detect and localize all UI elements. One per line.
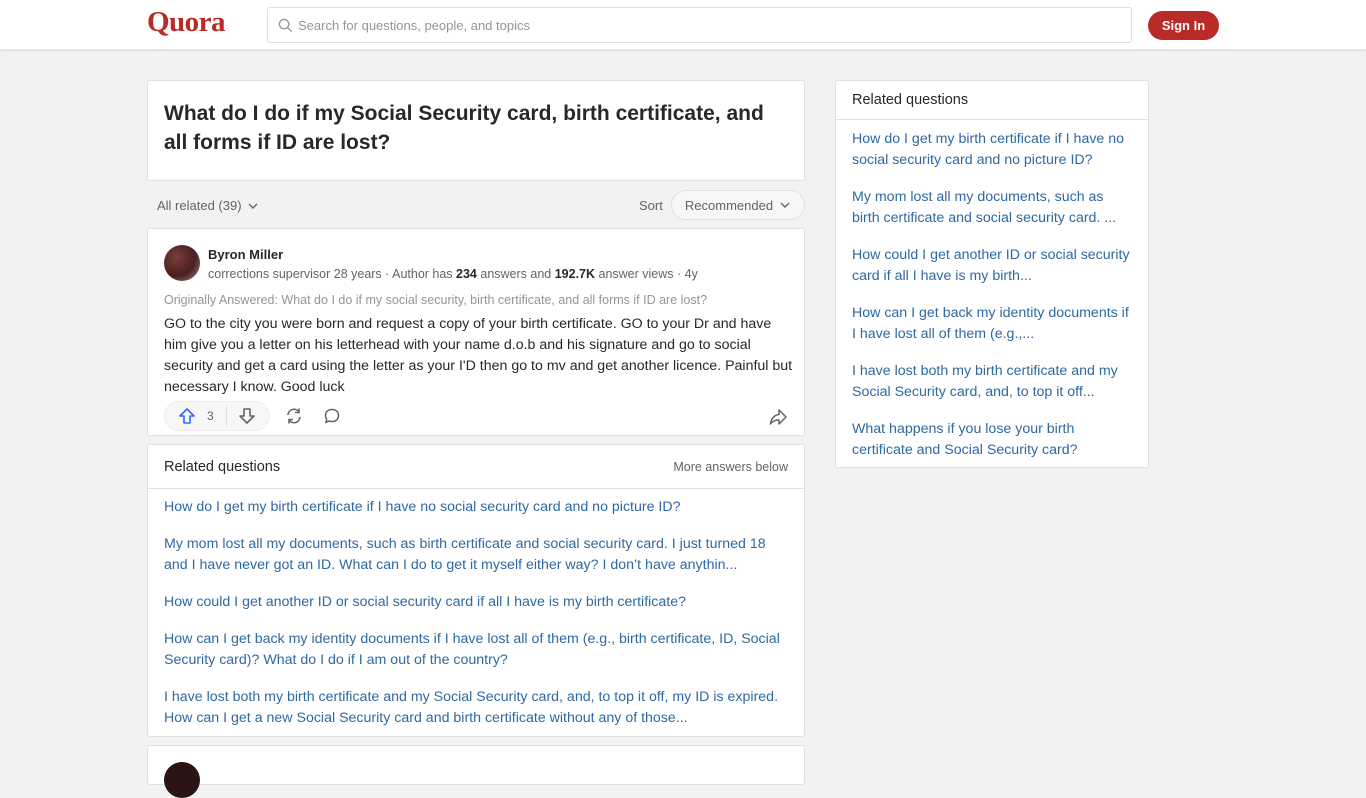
related-header: Related questions More answers below	[148, 445, 804, 489]
vote-divider	[225, 406, 227, 426]
question-card: What do I do if my Social Security card,…	[147, 80, 805, 181]
chevron-down-icon	[248, 203, 258, 209]
share-icon	[769, 409, 787, 425]
search-input[interactable]	[298, 17, 1098, 33]
quora-logo[interactable]: Quora	[147, 6, 226, 39]
credential-text: corrections supervisor 28 years · Author…	[208, 267, 457, 281]
upvote-icon	[179, 408, 195, 424]
search-icon	[278, 18, 293, 32]
chevron-down-icon	[780, 202, 790, 208]
author-avatar[interactable]	[164, 245, 200, 281]
author-name[interactable]: Byron Miller	[208, 247, 283, 262]
related-title: Related questions	[164, 458, 281, 475]
downvote-icon	[238, 408, 255, 424]
question-title: What do I do if my Social Security card,…	[164, 102, 764, 154]
all-related-label: All related (39)	[157, 198, 242, 213]
share-button[interactable]	[766, 405, 790, 429]
upvote-button[interactable]	[175, 404, 199, 428]
author-credential: corrections supervisor 28 years · Author…	[208, 267, 698, 281]
sign-in-button[interactable]: Sign In	[1148, 11, 1219, 40]
credential-text: answers and	[476, 267, 555, 281]
related-question-link[interactable]: How can I get back my identity documents…	[164, 629, 788, 671]
related-question-link[interactable]: How do I get my birth certificate if I h…	[164, 497, 788, 518]
originally-answered[interactable]: Originally Answered: What do I do if my …	[164, 293, 707, 307]
related-question-link[interactable]: I have lost both my birth certificate an…	[164, 687, 788, 729]
answer-body: GO to the city you were born and request…	[164, 316, 793, 395]
sidebar-list: How do I get my birth certificate if I h…	[836, 120, 1148, 461]
related-question-link[interactable]: My mom lost all my documents, such as bi…	[164, 534, 788, 576]
answers-count: 234	[456, 267, 477, 281]
comment-icon	[324, 408, 339, 424]
sort-label: Sort	[639, 198, 663, 213]
sidebar-title: Related questions	[836, 81, 1148, 120]
author-avatar[interactable]	[164, 762, 200, 798]
related-question-link[interactable]: How could I get another ID or social sec…	[164, 592, 788, 613]
repost-button[interactable]	[282, 404, 306, 428]
answer-filter-bar: All related (39) Sort Recommended	[147, 190, 805, 220]
views-count: 192.7K	[554, 267, 596, 281]
answer-actions: 3	[164, 401, 344, 431]
related-list: How do I get my birth certificate if I h…	[148, 489, 804, 729]
related-questions-inline: Related questions More answers below How…	[147, 444, 805, 737]
answer-card: Byron Miller corrections supervisor 28 y…	[147, 228, 805, 436]
sidebar-question-link[interactable]: What happens if you lose your birth cert…	[852, 419, 1132, 461]
sidebar-question-link[interactable]: How do I get my birth certificate if I h…	[852, 129, 1132, 171]
next-answer-card	[147, 745, 805, 798]
more-answers-below: More answers below	[673, 459, 788, 474]
comment-button[interactable]	[320, 404, 344, 428]
sidebar-question-link[interactable]: How could I get another ID or social sec…	[852, 245, 1132, 287]
sidebar-question-link[interactable]: How can I get back my identity documents…	[852, 303, 1132, 345]
sidebar-question-link[interactable]: I have lost both my birth certificate an…	[852, 361, 1132, 403]
sort-value: Recommended	[684, 197, 774, 213]
credential-text: answer views · 4y	[595, 267, 698, 281]
upvote-count: 3	[207, 409, 214, 423]
downvote-button[interactable]	[235, 404, 259, 428]
sort-dropdown[interactable]: Recommended	[671, 190, 805, 220]
vote-pill: 3	[164, 401, 270, 431]
search-box[interactable]	[267, 7, 1132, 43]
all-related-dropdown[interactable]: All related (39)	[157, 198, 259, 213]
sidebar-question-link[interactable]: My mom lost all my documents, such as bi…	[852, 187, 1132, 229]
repost-icon	[286, 408, 301, 424]
sidebar-related-questions: Related questions How do I get my birth …	[835, 80, 1149, 468]
top-navigation-bar: Quora Sign In	[0, 0, 1366, 50]
